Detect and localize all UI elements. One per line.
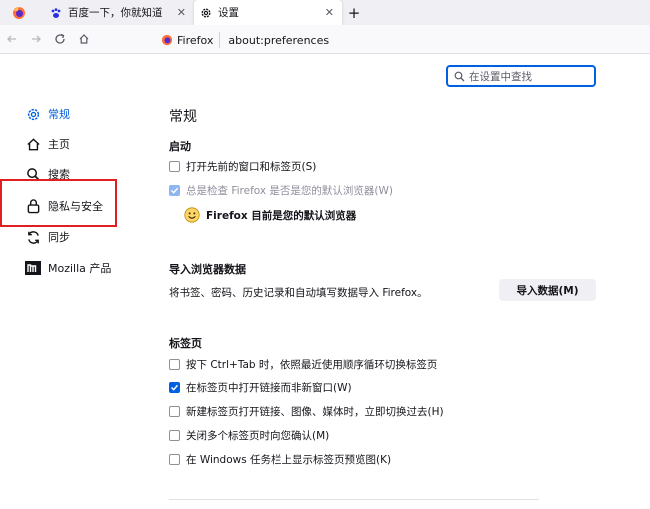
close-icon[interactable]: ✕: [177, 6, 186, 19]
switch-to-new-tab-option[interactable]: 新建标签页打开链接、图像、媒体时，立即切换过去(H): [169, 404, 444, 419]
sidebar-item-label: Mozilla 产品: [48, 262, 112, 275]
check-default-label: 总是检查 Firefox 是否是您的默认浏览器(W): [186, 185, 394, 197]
open-links-in-tabs-checkbox[interactable]: [169, 382, 180, 393]
tab-baidu[interactable]: 百度一下，你就知道 ✕: [44, 0, 194, 25]
sidebar-item-label: 常规: [48, 108, 70, 121]
taskbar-preview-option[interactable]: 在 Windows 任务栏上显示标签页预览图(K): [169, 452, 391, 467]
identity-label: Firefox: [177, 33, 214, 47]
check-default-option: 总是检查 Firefox 是否是您的默认浏览器(W): [169, 183, 393, 198]
forward-button[interactable]: [24, 27, 48, 51]
restore-session-label: 打开先前的窗口和标签页(S): [186, 161, 317, 173]
switch-to-new-tab-checkbox[interactable]: [169, 406, 180, 417]
url-text[interactable]: about:preferences: [228, 34, 329, 47]
preferences-page: 在设置中查找 常规 主页 搜索 隐私与安全 同步 Mozilla 产品 常规 启…: [0, 54, 650, 509]
url-bar[interactable]: Firefox about:preferences: [155, 29, 635, 51]
taskbar-preview-checkbox[interactable]: [169, 454, 180, 465]
tab-label: 设置: [218, 7, 239, 19]
arrow-right-icon: [32, 35, 41, 43]
search-input[interactable]: 在设置中查找: [446, 65, 596, 87]
smiley-icon: [184, 207, 200, 223]
close-icon[interactable]: ✕: [325, 6, 334, 19]
mozilla-icon: [24, 261, 42, 275]
checkmark-icon: [170, 384, 179, 391]
open-links-in-tabs-label: 在标签页中打开链接而非新窗口(W): [186, 382, 352, 394]
sync-icon: [24, 230, 42, 245]
tab-strip: 百度一下，你就知道 ✕ 设置 ✕ +: [0, 0, 650, 25]
arrow-left-icon: [7, 35, 16, 43]
startup-heading: 启动: [169, 140, 191, 153]
tab-pinned-firefox[interactable]: [0, 0, 44, 25]
baidu-paw-icon: [50, 7, 62, 19]
tabs-heading: 标签页: [169, 337, 202, 350]
import-data-button[interactable]: 导入数据(M): [499, 279, 596, 301]
checkmark-icon: [170, 187, 179, 194]
taskbar-preview-label: 在 Windows 任务栏上显示标签页预览图(K): [186, 454, 392, 466]
confirm-close-label: 关闭多个标签页时向您确认(M): [186, 430, 330, 442]
default-browser-status: Firefox 目前是您的默认浏览器: [184, 207, 356, 223]
sidebar-item-general[interactable]: 常规: [24, 103, 70, 125]
highlight-box: [0, 179, 117, 227]
tab-label: 百度一下，你就知道: [68, 7, 163, 19]
home-icon: [24, 137, 42, 152]
import-heading: 导入浏览器数据: [169, 263, 246, 276]
identity-box[interactable]: Firefox: [155, 32, 221, 48]
new-tab-button[interactable]: +: [342, 0, 366, 25]
gear-icon: [200, 7, 212, 19]
nav-bar: Firefox about:preferences: [0, 25, 650, 54]
ctrl-tab-label: 按下 Ctrl+Tab 时，依照最近使用顺序循环切换标签页: [186, 359, 438, 371]
switch-to-new-tab-label: 新建标签页打开链接、图像、媒体时，立即切换过去(H): [186, 406, 444, 418]
home-button[interactable]: [72, 27, 96, 51]
gear-icon: [24, 107, 42, 122]
firefox-icon: [12, 6, 26, 20]
ctrl-tab-option[interactable]: 按下 Ctrl+Tab 时，依照最近使用顺序循环切换标签页: [169, 357, 437, 372]
home-icon: [79, 34, 89, 44]
sidebar-item-home[interactable]: 主页: [24, 133, 70, 155]
tab-settings[interactable]: 设置 ✕: [194, 0, 342, 25]
search-icon: [454, 71, 465, 82]
default-status-label: Firefox 目前是您的默认浏览器: [206, 209, 357, 222]
reload-icon: [55, 33, 65, 44]
sidebar-item-label: 主页: [48, 138, 70, 151]
sidebar-item-label: 同步: [48, 231, 70, 244]
ctrl-tab-checkbox[interactable]: [169, 359, 180, 370]
search-placeholder: 在设置中查找: [469, 70, 532, 83]
confirm-close-option[interactable]: 关闭多个标签页时向您确认(M): [169, 428, 329, 443]
sidebar-item-sync[interactable]: 同步: [24, 226, 70, 248]
firefox-icon: [161, 34, 173, 46]
page-title: 常规: [169, 109, 197, 125]
sidebar-item-mozilla[interactable]: Mozilla 产品: [24, 257, 111, 279]
section-divider: [169, 499, 539, 500]
back-button[interactable]: [0, 27, 24, 51]
import-description: 将书签、密码、历史记录和自动填写数据导入 Firefox。: [169, 287, 428, 299]
reload-button[interactable]: [48, 27, 72, 51]
confirm-close-checkbox[interactable]: [169, 430, 180, 441]
open-links-in-tabs-option[interactable]: 在标签页中打开链接而非新窗口(W): [169, 380, 352, 395]
restore-session-checkbox[interactable]: [169, 161, 180, 172]
restore-session-option[interactable]: 打开先前的窗口和标签页(S): [169, 159, 316, 174]
check-default-checkbox: [169, 185, 180, 196]
